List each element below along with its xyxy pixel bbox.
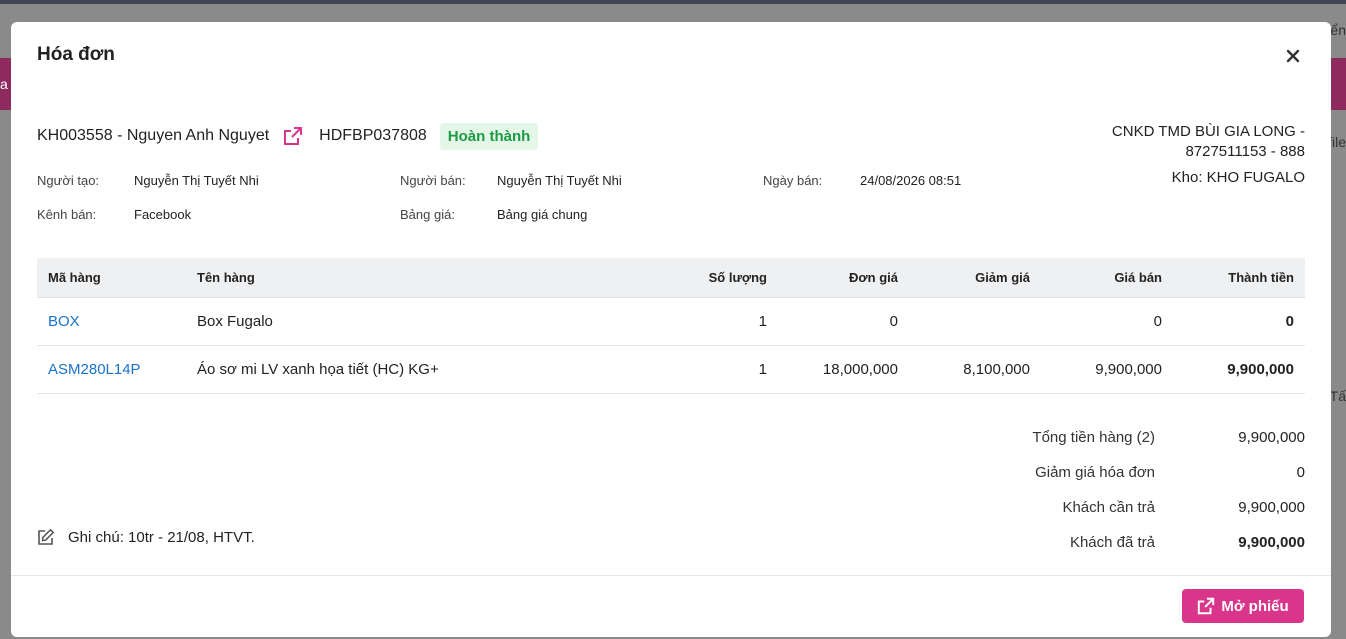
open-customer-link[interactable] (283, 125, 305, 147)
note-text: Ghi chú: 10tr - 21/08, HTVT. (68, 528, 255, 546)
bg-text-fragment: Tấ (1329, 388, 1346, 404)
summary-row: Khách đã trả 9,900,000 (975, 525, 1305, 560)
item-qty: 1 (758, 313, 767, 330)
invoice-discount-label: Giảm giá hóa đơn (1035, 464, 1155, 481)
invoice-discount-value: 0 (1296, 464, 1305, 481)
seller-label: Người bán: (400, 173, 466, 188)
col-qty: Số lượng (708, 270, 767, 285)
bg-text-fragment: a (0, 76, 8, 92)
invoice-header-row: KH003558 - Nguyen Anh Nguyet HDFBP037808… (37, 122, 539, 150)
external-link-icon (1198, 597, 1215, 615)
table-row: BOX Box Fugalo 1 0 0 0 (37, 298, 1305, 346)
branch-phone: 8727511153 - 888 (1185, 143, 1305, 160)
channel-label: Kênh bán: (37, 207, 97, 222)
col-discount: Giảm giá (975, 270, 1030, 285)
col-name: Tên hàng (197, 270, 255, 285)
creator-value: Nguyễn Thị Tuyết Nhi (134, 173, 259, 188)
branch-name: CNKD TMD BÙI GIA LONG - (1111, 123, 1305, 140)
invoice-modal: Hóa đơn KH003558 - Nguyen Anh Nguyet HDF… (11, 22, 1331, 637)
item-total: 9,900,000 (1227, 361, 1294, 378)
paid-label: Khách đã trả (1069, 534, 1155, 551)
due-label: Khách cần trả (1062, 499, 1155, 516)
subtotal-value: 9,900,000 (1238, 429, 1305, 446)
summary-row: Giảm giá hóa đơn 0 (975, 455, 1305, 490)
invoice-summary: Tổng tiền hàng (2) 9,900,000 Giảm giá hó… (975, 420, 1305, 560)
branch-info: CNKD TMD BÙI GIA LONG - 8727511153 - 888… (1112, 122, 1305, 188)
col-price: Đơn giá (849, 270, 898, 285)
pricelist-value: Bảng giá chung (497, 207, 588, 222)
item-sale: 9,900,000 (1095, 361, 1162, 378)
item-total: 0 (1285, 313, 1294, 330)
warehouse: Kho: KHO FUGALO (1171, 169, 1305, 186)
item-code-link[interactable]: ASM280L14P (48, 361, 141, 378)
item-price: 18,000,000 (822, 361, 898, 378)
close-icon (1286, 49, 1300, 63)
invoice-code: HDFBP037808 (319, 127, 427, 144)
note: Ghi chú: 10tr - 21/08, HTVT. (37, 528, 255, 546)
close-button[interactable] (1281, 44, 1305, 68)
table-row: ASM280L14P Áo sơ mi LV xanh họa tiết (HC… (37, 346, 1305, 394)
external-link-icon (284, 127, 303, 145)
footer-divider (11, 575, 1331, 576)
col-sale: Giá bán (1114, 270, 1162, 285)
paid-value: 9,900,000 (1238, 534, 1305, 551)
item-name: Áo sơ mi LV xanh họa tiết (HC) KG+ (197, 361, 439, 378)
subtotal-label: Tổng tiền hàng (2) (1032, 429, 1155, 446)
status-badge: Hoàn thành (439, 122, 539, 150)
customer-name: KH003558 - Nguyen Anh Nguyet (37, 127, 270, 144)
date-label: Ngày bán: (763, 173, 823, 188)
item-code-link[interactable]: BOX (48, 313, 80, 330)
edit-note-icon[interactable] (37, 528, 55, 546)
item-sale: 0 (1153, 313, 1162, 330)
pricelist-label: Bảng giá: (400, 207, 455, 222)
open-receipt-button[interactable]: Mở phiếu (1182, 589, 1304, 623)
creator-label: Người tạo: (37, 173, 100, 188)
item-qty: 1 (758, 361, 767, 378)
col-total: Thành tiền (1228, 270, 1294, 285)
channel-value: Facebook (134, 207, 192, 222)
due-value: 9,900,000 (1238, 499, 1305, 516)
col-code: Mã hàng (48, 270, 101, 285)
item-discount: 8,100,000 (963, 361, 1030, 378)
item-name: Box Fugalo (197, 313, 273, 330)
summary-row: Khách cần trả 9,900,000 (975, 490, 1305, 525)
items-table: Mã hàng Tên hàng Số lượng Đơn giá Giảm g… (37, 258, 1305, 394)
bg-text-fragment: ển (1330, 22, 1346, 38)
date-value: 24/08/2026 08:51 (860, 173, 962, 188)
seller-value: Nguyễn Thị Tuyết Nhi (497, 173, 622, 188)
summary-row: Tổng tiền hàng (2) 9,900,000 (975, 420, 1305, 455)
modal-title: Hóa đơn (37, 44, 115, 65)
table-header: Mã hàng Tên hàng Số lượng Đơn giá Giảm g… (37, 258, 1305, 298)
open-receipt-label: Mở phiếu (1221, 597, 1289, 615)
item-price: 0 (889, 313, 898, 330)
